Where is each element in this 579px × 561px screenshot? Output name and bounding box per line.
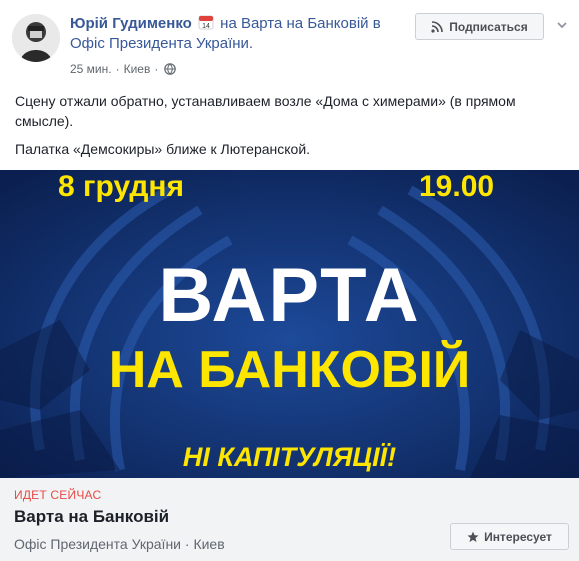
banner-title-line2: НА БАНКОВІЙ bbox=[108, 341, 471, 399]
banner-title-line1: ВАРТА bbox=[158, 253, 421, 338]
rss-icon bbox=[431, 20, 444, 33]
post-text-paragraph-1: Сцену отжали обратно, устанавливаем возл… bbox=[15, 93, 516, 129]
post-location[interactable]: Киев bbox=[124, 62, 151, 76]
interested-label: Интересует bbox=[484, 529, 552, 544]
subscribe-label: Подписаться bbox=[449, 19, 528, 34]
event-banner-image[interactable]: 8 грудня 19.00 ВАРТА НА БАНКОВІЙ НІ КАПІ… bbox=[0, 170, 579, 478]
event-place: Офіс Президента України bbox=[14, 536, 181, 552]
post-meta: 25 мин. · Киев · bbox=[70, 61, 177, 77]
post-title-line: Юрій Гудименко 14 на Варта на Банковій в… bbox=[70, 14, 410, 54]
subscribe-button[interactable]: Подписаться bbox=[415, 13, 544, 40]
event-city: Киев bbox=[193, 536, 225, 552]
meta-separator-2: · bbox=[154, 62, 159, 76]
meta-separator: · bbox=[115, 62, 120, 76]
calendar-icon: 14 bbox=[198, 14, 214, 30]
post-text-paragraph-2: Палатка «Демсокиры» ближе к Лютеранской. bbox=[15, 141, 311, 157]
event-title[interactable]: Варта на Банковій bbox=[14, 507, 169, 527]
star-icon bbox=[467, 531, 479, 542]
post-header: Юрій Гудименко 14 на Варта на Банковій в… bbox=[0, 0, 579, 86]
interested-button[interactable]: Интересует bbox=[450, 523, 569, 550]
author-avatar[interactable] bbox=[12, 14, 60, 62]
globe-icon bbox=[164, 63, 177, 75]
banner-slogan: НІ КАПІТУЛЯЦІЇ! bbox=[182, 442, 397, 472]
event-meta: Офіс Президента України · Киев bbox=[14, 536, 225, 552]
post-time[interactable]: 25 мин. bbox=[70, 62, 112, 76]
chevron-down-icon[interactable] bbox=[555, 18, 569, 32]
event-footer: ИДЕТ СЕЙЧАС Варта на Банковій Офіс Прези… bbox=[0, 478, 579, 561]
calendar-day: 14 bbox=[202, 23, 210, 30]
event-meta-separator: · bbox=[184, 536, 190, 552]
author-name[interactable]: Юрій Гудименко bbox=[70, 15, 192, 32]
banner-date: 8 грудня bbox=[58, 170, 185, 203]
banner-time: 19.00 bbox=[419, 170, 495, 203]
event-status: ИДЕТ СЕЙЧАС bbox=[14, 488, 102, 502]
